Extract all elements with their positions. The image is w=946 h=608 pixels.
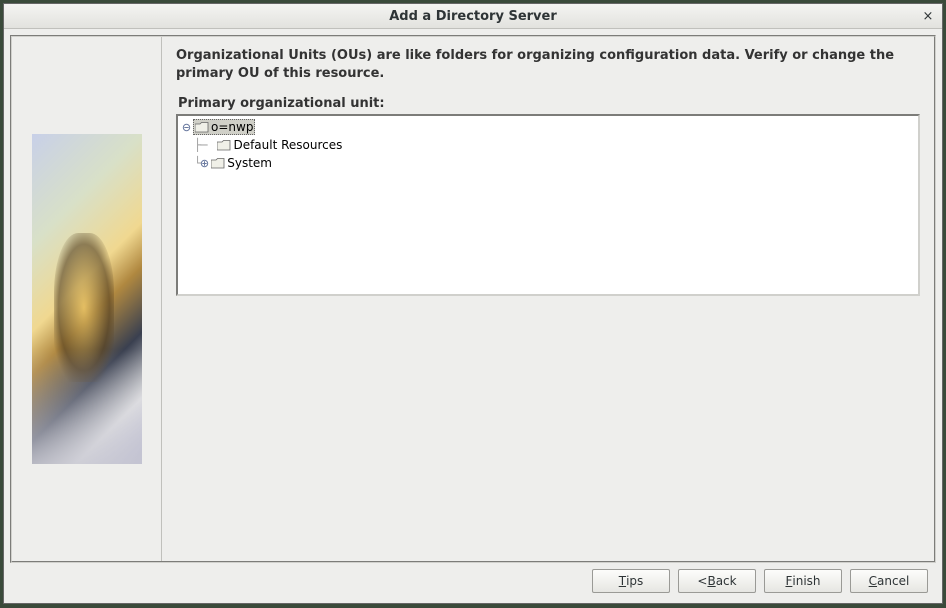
close-button[interactable]: ×	[920, 8, 936, 24]
tips-button[interactable]: Tips	[592, 569, 670, 593]
content-wrap: Organizational Units (OUs) are like fold…	[4, 29, 942, 603]
finish-button[interactable]: Finish	[764, 569, 842, 593]
cancel-button[interactable]: Cancel	[850, 569, 928, 593]
button-bar: Tips <Back Finish Cancel	[10, 563, 936, 597]
tree-node-root[interactable]: o=nwp	[180, 118, 916, 136]
tree-line-icon: ├─	[194, 138, 206, 152]
tree-node-label: o=nwp	[211, 120, 253, 134]
folder-icon	[211, 158, 225, 169]
description-text: Organizational Units (OUs) are like fold…	[176, 47, 920, 82]
folder-icon	[195, 122, 209, 133]
ou-tree[interactable]: o=nwp ├─ · Default Resources └	[176, 114, 920, 296]
tree-node-label: Default Resources	[233, 138, 342, 152]
folder-icon	[217, 140, 231, 151]
tree-node-child[interactable]: └ System	[180, 154, 916, 172]
tree-toggle-collapsed-icon[interactable]	[200, 159, 209, 168]
titlebar: Add a Directory Server ×	[4, 4, 942, 29]
dialog-window: Add a Directory Server × Organizational …	[3, 3, 943, 604]
tree-label: Primary organizational unit:	[176, 96, 920, 111]
tree-toggle-expanded-icon[interactable]	[182, 123, 191, 132]
tree-node-label: System	[227, 156, 272, 170]
back-button[interactable]: <Back	[678, 569, 756, 593]
window-title: Add a Directory Server	[389, 9, 557, 24]
decorative-image	[32, 134, 142, 464]
sidebar-image-panel	[12, 37, 162, 561]
right-panel: Organizational Units (OUs) are like fold…	[162, 37, 934, 561]
main-area: Organizational Units (OUs) are like fold…	[10, 35, 936, 563]
close-icon: ×	[923, 9, 934, 24]
tree-node-child[interactable]: ├─ · Default Resources	[180, 136, 916, 154]
